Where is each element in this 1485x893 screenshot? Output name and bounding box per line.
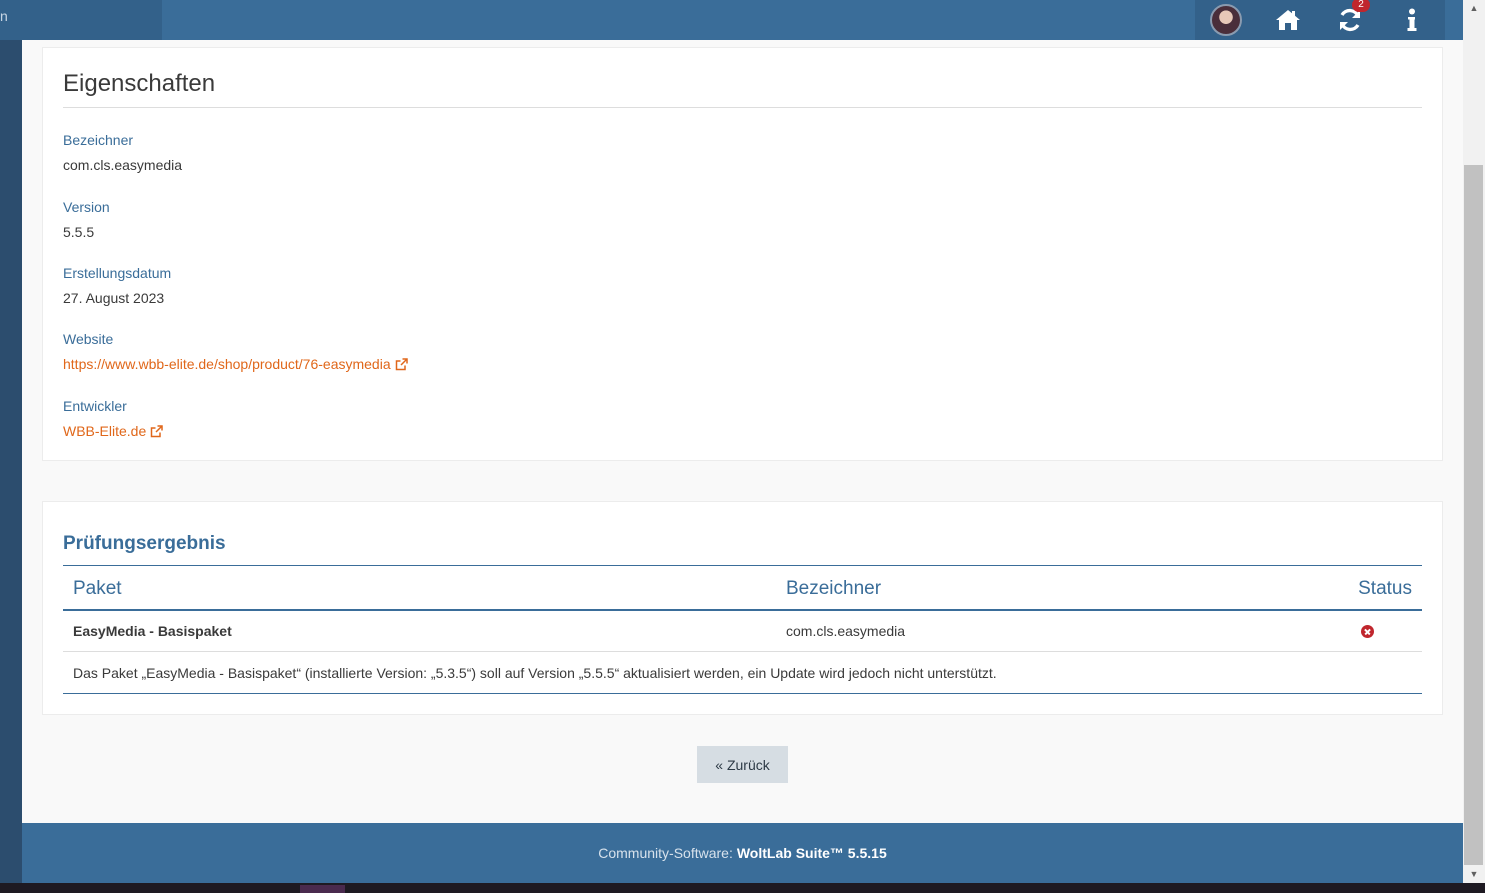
scroll-up-arrow[interactable]: ▲ bbox=[1463, 0, 1485, 16]
table-row: EasyMedia - Basispaket com.cls.easymedia bbox=[63, 611, 1422, 652]
external-link-icon bbox=[395, 357, 408, 370]
info-icon bbox=[1407, 8, 1417, 31]
prop-website: Website https://www.wbb-elite.de/shop/pr… bbox=[63, 331, 408, 374]
avatar[interactable] bbox=[1210, 4, 1242, 36]
properties-title: Eigenschaften bbox=[63, 70, 216, 97]
top-bar: n 2 bbox=[0, 0, 1463, 40]
prop-version: Version 5.5.5 bbox=[63, 199, 110, 240]
column-header-identifier[interactable]: Bezeichner bbox=[786, 578, 881, 600]
back-button[interactable]: « Zurück bbox=[697, 746, 788, 783]
prop-date: Erstellungsdatum 27. August 2023 bbox=[63, 265, 171, 306]
properties-section: Eigenschaften Bezeichner com.cls.easymed… bbox=[42, 47, 1443, 461]
column-header-package[interactable]: Paket bbox=[73, 578, 122, 600]
developer-label: Entwickler bbox=[63, 398, 127, 414]
column-header-status[interactable]: Status bbox=[1358, 578, 1412, 600]
main-content: Eigenschaften Bezeichner com.cls.easymed… bbox=[22, 40, 1463, 823]
developer-link-text: WBB-Elite.de bbox=[63, 423, 147, 439]
user-menu[interactable] bbox=[1195, 0, 1257, 40]
notification-badge: 2 bbox=[1352, 0, 1370, 12]
footer-prefix: Community-Software: bbox=[598, 845, 733, 861]
error-status-icon bbox=[1361, 625, 1374, 638]
identifier-value: com.cls.easymedia bbox=[63, 157, 183, 173]
version-label: Version bbox=[63, 199, 110, 215]
taskbar-item bbox=[300, 885, 345, 893]
website-link[interactable]: https://www.wbb-elite.de/shop/product/76… bbox=[63, 356, 408, 372]
home-icon bbox=[1276, 10, 1300, 30]
topbar-left-text: n bbox=[0, 8, 8, 24]
home-button[interactable] bbox=[1257, 0, 1319, 40]
check-result-section: Prüfungsergebnis Paket Bezeichner Status… bbox=[42, 501, 1443, 715]
table-header: Paket Bezeichner Status bbox=[63, 566, 1422, 611]
footer: Community-Software: WoltLab Suite™ 5.5.1… bbox=[22, 823, 1463, 883]
check-result-title: Prüfungsergebnis bbox=[63, 533, 226, 554]
check-result-table: Paket Bezeichner Status EasyMedia - Basi… bbox=[63, 566, 1422, 694]
identifier-label: Bezeichner bbox=[63, 132, 134, 148]
scroll-down-arrow[interactable]: ▼ bbox=[1463, 866, 1485, 882]
footer-product-link[interactable]: WoltLab Suite™ 5.5.15 bbox=[737, 845, 887, 861]
website-link-text: https://www.wbb-elite.de/shop/product/76… bbox=[63, 356, 391, 372]
updates-button[interactable]: 2 bbox=[1319, 0, 1381, 40]
table-row-message: Das Paket „EasyMedia - Basispaket“ (inst… bbox=[63, 652, 1422, 694]
left-sidebar-strip bbox=[0, 0, 22, 893]
divider bbox=[63, 107, 1422, 108]
package-name: EasyMedia - Basispaket bbox=[73, 623, 232, 639]
version-value: 5.5.5 bbox=[63, 224, 95, 240]
website-label: Website bbox=[63, 331, 114, 347]
developer-link[interactable]: WBB-Elite.de bbox=[63, 423, 163, 439]
taskbar-strip bbox=[0, 883, 1485, 893]
date-label: Erstellungsdatum bbox=[63, 265, 172, 281]
scrollbar-thumb[interactable] bbox=[1464, 165, 1483, 865]
prop-developer: Entwickler WBB-Elite.de bbox=[63, 398, 163, 441]
error-message: Das Paket „EasyMedia - Basispaket“ (inst… bbox=[73, 665, 997, 681]
user-panel: 2 bbox=[1195, 0, 1445, 40]
package-identifier: com.cls.easymedia bbox=[786, 623, 906, 639]
external-link-icon bbox=[151, 424, 163, 437]
info-button[interactable] bbox=[1381, 0, 1443, 40]
date-value: 27. August 2023 bbox=[63, 290, 165, 306]
topbar-search-area[interactable]: n bbox=[0, 0, 162, 40]
prop-identifier: Bezeichner com.cls.easymedia bbox=[63, 132, 182, 173]
